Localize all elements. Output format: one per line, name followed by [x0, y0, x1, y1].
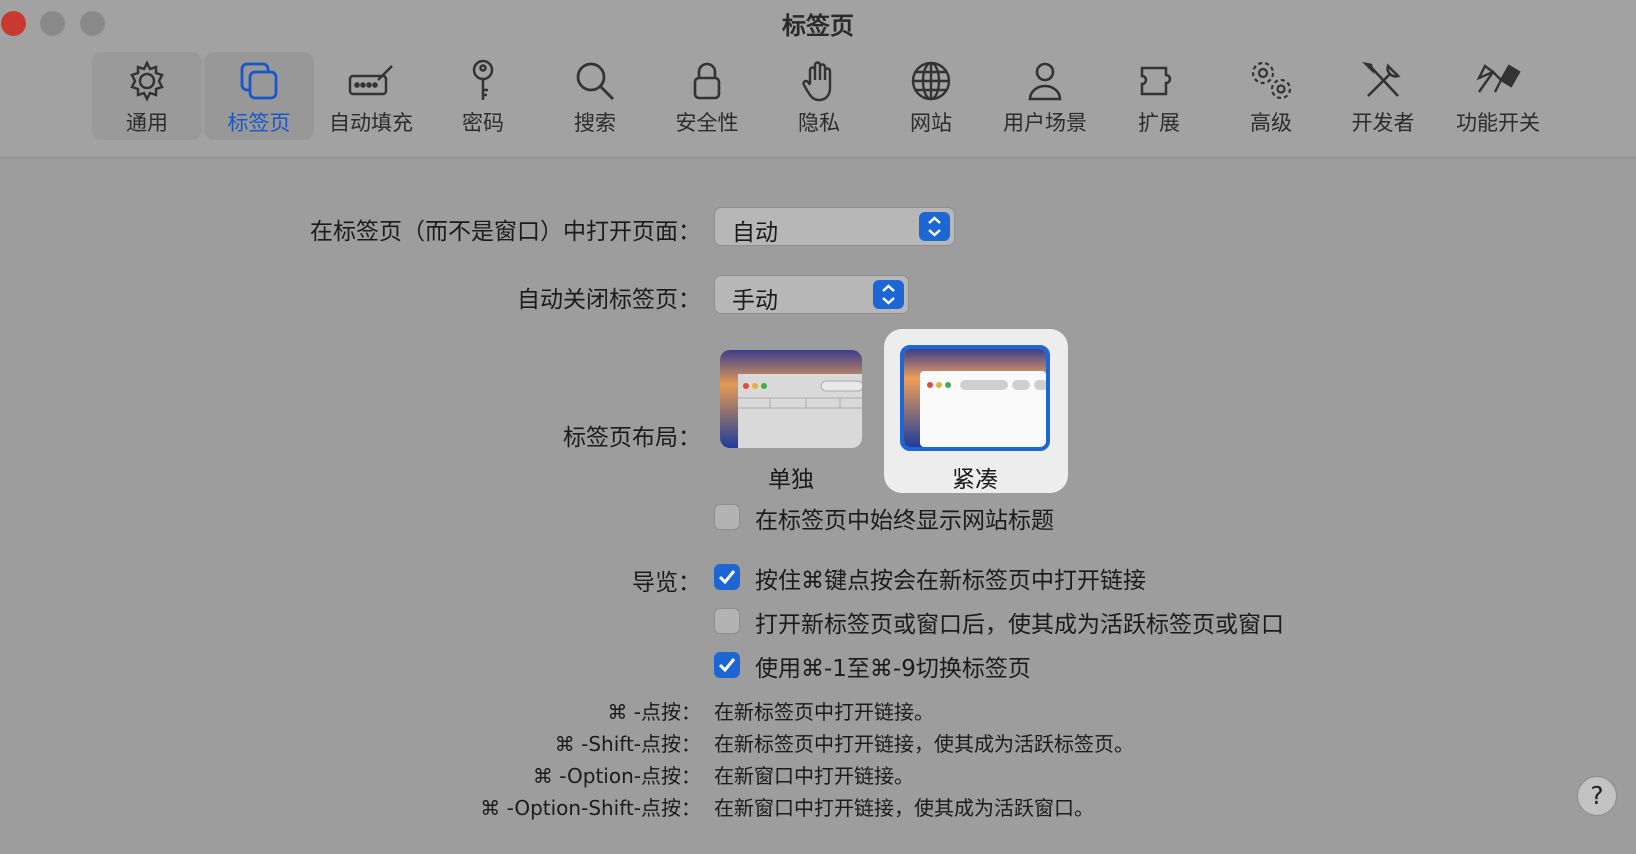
- tab-passwords[interactable]: 密码: [428, 52, 538, 140]
- help-button[interactable]: ?: [1577, 776, 1617, 816]
- make-active-label: 打开新标签页或窗口后，使其成为活跃标签页或窗口: [755, 612, 1284, 638]
- tab-general[interactable]: 通用: [92, 52, 202, 140]
- layout-compact-label: 紧凑: [952, 467, 998, 493]
- gear-icon: [124, 58, 170, 104]
- checkmark-icon: [718, 658, 736, 673]
- tab-layout-label: 标签页布局：: [563, 425, 701, 451]
- tab-label: 功能开关: [1456, 111, 1540, 135]
- wrench-screwdriver-icon: [1360, 58, 1406, 104]
- tab-label: 标签页: [227, 111, 291, 135]
- globe-icon: [908, 58, 954, 104]
- make-active-checkbox[interactable]: [714, 608, 740, 634]
- tab-label: 通用: [126, 111, 168, 135]
- select-value: 手动: [732, 288, 778, 314]
- hint-key: ⌘ -点按：: [607, 700, 701, 724]
- tab-extensions[interactable]: 扩展: [1104, 52, 1214, 140]
- auto-close-label: 自动关闭标签页：: [517, 287, 701, 313]
- layout-separate-label: 单独: [768, 467, 814, 493]
- hint-value: 在新窗口中打开链接。: [714, 764, 914, 788]
- window-title: 标签页: [782, 12, 854, 40]
- navigation-label: 导览：: [632, 570, 701, 596]
- tab-label: 安全性: [675, 111, 739, 135]
- lock-icon: [684, 58, 730, 104]
- select-value: 自动: [732, 220, 778, 246]
- always-show-title-label: 在标签页中始终显示网站标题: [755, 508, 1054, 534]
- autofill-pen-icon: [348, 58, 394, 104]
- puzzle-icon: [1136, 58, 1182, 104]
- cmd-click-new-tab-label: 按住⌘键点按会在新标签页中打开链接: [755, 568, 1146, 594]
- hint-key: ⌘ -Option-点按：: [532, 764, 701, 788]
- always-show-title-checkbox[interactable]: [714, 504, 740, 530]
- cmd-number-switch-checkbox[interactable]: [714, 652, 740, 678]
- tab-tabs[interactable]: 标签页: [204, 52, 314, 140]
- hand-icon: [796, 58, 842, 104]
- search-icon: [572, 58, 618, 104]
- tab-websites[interactable]: 网站: [876, 52, 986, 140]
- layout-compact-thumbnail[interactable]: [900, 345, 1050, 451]
- tab-developer[interactable]: 开发者: [1328, 52, 1438, 140]
- tab-label: 扩展: [1138, 111, 1180, 135]
- tab-autofill[interactable]: 自动填充: [316, 52, 426, 140]
- hint-value: 在新标签页中打开链接，使其成为活跃标签页。: [714, 732, 1134, 756]
- tab-privacy[interactable]: 隐私: [764, 52, 874, 140]
- chevron-up-down-icon: [873, 280, 904, 309]
- hint-value: 在新窗口中打开链接，使其成为活跃窗口。: [714, 796, 1094, 820]
- hint-key: ⌘ -Option-Shift-点按：: [480, 796, 701, 820]
- tab-profiles[interactable]: 用户场景: [988, 52, 1102, 140]
- hint-value: 在新标签页中打开链接。: [714, 700, 934, 724]
- layout-separate-thumbnail[interactable]: [720, 350, 862, 448]
- person-icon: [1022, 58, 1068, 104]
- tab-search[interactable]: 搜索: [540, 52, 650, 140]
- flags-icon: [1475, 58, 1521, 104]
- tabs-icon: [236, 58, 282, 104]
- checkmark-icon: [718, 570, 736, 585]
- tab-label: 自动填充: [329, 111, 413, 135]
- tab-feature-flags[interactable]: 功能开关: [1440, 52, 1556, 140]
- cmd-number-switch-label: 使用⌘-1至⌘-9切换标签页: [755, 656, 1031, 682]
- open-pages-label: 在标签页（而不是窗口）中打开页面：: [310, 219, 701, 245]
- tab-security[interactable]: 安全性: [652, 52, 762, 140]
- tab-label: 密码: [462, 111, 504, 135]
- tab-label: 高级: [1250, 111, 1292, 135]
- open-pages-select[interactable]: 自动: [714, 207, 955, 246]
- tab-label: 开发者: [1351, 111, 1415, 135]
- tab-label: 网站: [910, 111, 952, 135]
- cmd-click-new-tab-checkbox[interactable]: [714, 564, 740, 590]
- auto-close-select[interactable]: 手动: [714, 275, 909, 314]
- tab-label: 隐私: [798, 111, 840, 135]
- key-icon: [460, 58, 506, 104]
- gears-icon: [1248, 58, 1294, 104]
- tab-label: 搜索: [574, 111, 616, 135]
- hint-key: ⌘ -Shift-点按：: [554, 732, 701, 756]
- tab-label: 用户场景: [1003, 111, 1087, 135]
- chevron-up-down-icon: [919, 212, 950, 241]
- tab-advanced[interactable]: 高级: [1216, 52, 1326, 140]
